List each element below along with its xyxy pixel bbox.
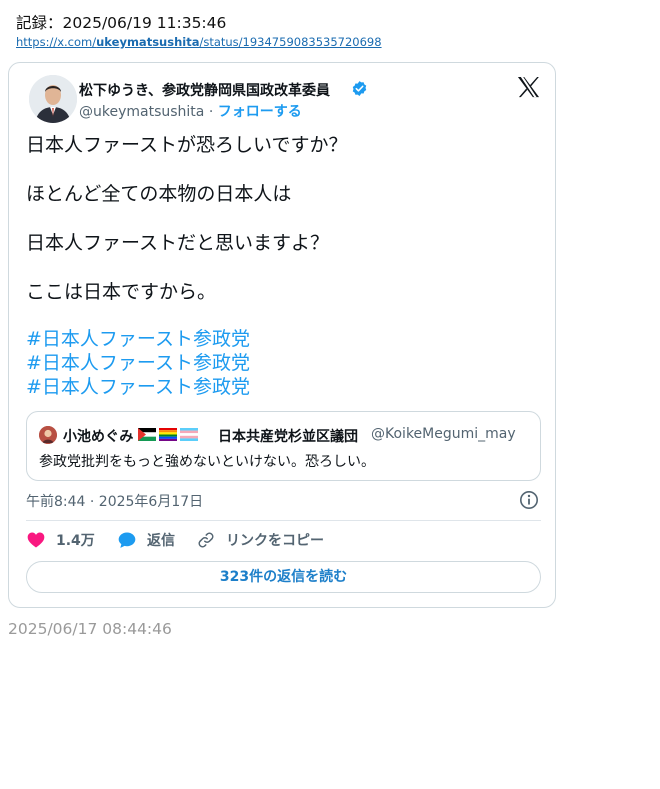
tweet-paragraph: 日本人ファーストだと思いますよ？ bbox=[26, 232, 330, 254]
url-prefix: https://x.com/ bbox=[16, 35, 97, 49]
hashtag-link[interactable]: #日本人ファースト参政党 bbox=[26, 351, 250, 375]
quoted-author-handle: @KoikeMegumi_may bbox=[371, 426, 516, 442]
author-name[interactable]: 松下ゆうき、参政党静岡県国政改革委員 bbox=[79, 80, 330, 100]
hashtag-list: #日本人ファースト参政党 #日本人ファースト参政党 #日本人ファースト参政党 bbox=[26, 327, 250, 399]
palestine-flag-icon bbox=[138, 428, 156, 441]
info-icon[interactable] bbox=[519, 490, 539, 510]
tweet-timestamp[interactable]: 午前8:44 · 2025年6月17日 bbox=[26, 491, 203, 511]
quoted-author-avatar bbox=[39, 426, 57, 444]
rainbow-flag-icon bbox=[159, 428, 177, 441]
tweet-paragraph: ほとんど全ての本物の日本人は bbox=[26, 183, 292, 205]
reply-button[interactable]: 返信 bbox=[117, 530, 175, 550]
reply-bubble-icon bbox=[118, 532, 136, 548]
url-user: ukeymatsushita bbox=[96, 35, 200, 49]
follow-button[interactable]: フォローする bbox=[218, 104, 302, 120]
quoted-author-name-part2: 日本共産党杉並区議団 bbox=[218, 429, 358, 445]
embedded-tweet-card[interactable]: 松下ゆうき、参政党静岡県国政改革委員 @ukeymatsushita · フォロ… bbox=[8, 62, 556, 608]
transgender-flag-icon bbox=[180, 428, 198, 441]
source-url-link[interactable]: https://x.com/ukeymatsushita/status/1934… bbox=[16, 35, 382, 49]
verified-badge-icon bbox=[352, 81, 367, 96]
hashtag-link[interactable]: #日本人ファースト参政党 bbox=[26, 327, 250, 351]
quoted-author-name-part1: 小池めぐみ bbox=[63, 429, 134, 445]
author-avatar[interactable] bbox=[29, 75, 77, 123]
author-handle-line: @ukeymatsushita · フォローする bbox=[79, 101, 302, 121]
quoted-author-flags bbox=[138, 428, 198, 442]
reply-label: 返信 bbox=[147, 533, 175, 549]
hashtag-link[interactable]: #日本人ファースト参政党 bbox=[26, 375, 250, 399]
like-count: 1.4万 bbox=[56, 533, 95, 549]
tweet-body: 日本人ファーストが恐ろしいですか？ ほとんど全ての本物の日本人は 日本人ファース… bbox=[26, 133, 347, 329]
quoted-tweet[interactable]: 小池めぐみ 日本共産党杉並区議団 @KoikeMegumi_may 参政党批判を… bbox=[26, 411, 541, 481]
tweet-paragraph: ここは日本ですから。 bbox=[26, 281, 217, 303]
handle-separator: · bbox=[204, 104, 218, 120]
heart-icon bbox=[27, 532, 45, 548]
x-logo-icon[interactable] bbox=[517, 76, 540, 98]
quoted-tweet-text: 参政党批判をもっと強めないといけない。恐ろしい。 bbox=[39, 454, 375, 470]
action-divider bbox=[26, 520, 541, 521]
author-handle[interactable]: @ukeymatsushita bbox=[79, 104, 204, 120]
like-button[interactable]: 1.4万 bbox=[26, 530, 95, 550]
copy-link-button[interactable]: リンクをコピー bbox=[196, 530, 324, 550]
archived-post-time: 2025/06/17 08:44:46 bbox=[8, 620, 172, 638]
copy-link-label: リンクをコピー bbox=[226, 533, 324, 549]
tweet-paragraph: 日本人ファーストが恐ろしいですか？ bbox=[26, 134, 348, 156]
read-replies-button[interactable]: 323件の返信を読む bbox=[26, 561, 541, 593]
url-suffix: /status/1934759083535720698 bbox=[199, 35, 382, 49]
record-title: 記録：2025/06/19 11:35:46 bbox=[16, 14, 227, 32]
link-icon bbox=[198, 532, 214, 548]
